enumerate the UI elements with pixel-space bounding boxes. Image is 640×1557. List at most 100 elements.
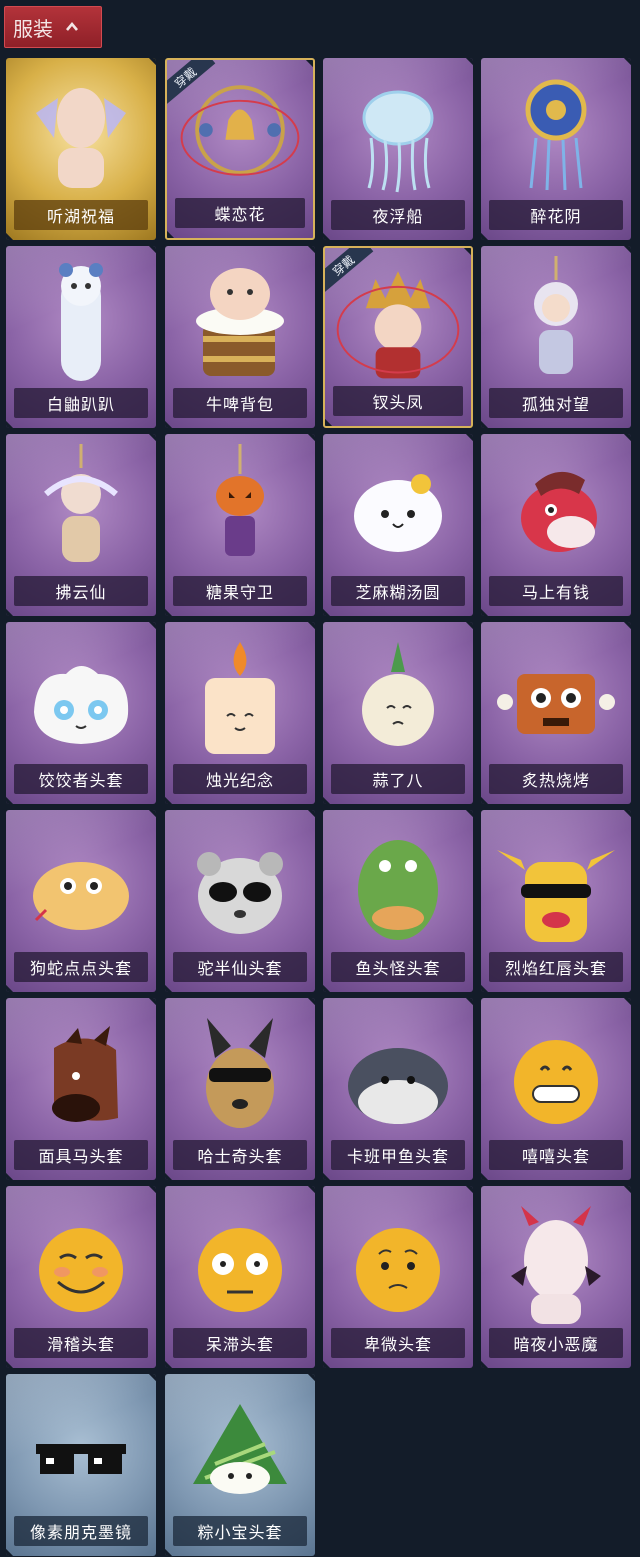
meat-bone-head-icon [497, 674, 615, 734]
card-corner-notch [165, 1360, 173, 1368]
ornate-pendant-icon [525, 79, 587, 191]
card-corner-notch [323, 1360, 331, 1368]
costume-name: 马上有钱 [489, 576, 623, 606]
white-ferret-icon [59, 263, 103, 381]
costume-name: 蒜了八 [331, 764, 465, 794]
rice-ball-icon [354, 474, 442, 552]
costume-name: 芝麻糊汤圆 [331, 576, 465, 606]
costume-name: 嘻嘻头套 [489, 1140, 623, 1170]
costume-name: 醉花阴 [489, 200, 623, 230]
cow-beer-mug-icon [196, 268, 284, 376]
card-corner-notch [323, 796, 331, 804]
costume-card[interactable]: 马上有钱 [481, 434, 631, 616]
costume-name: 滑稽头套 [14, 1328, 148, 1358]
card-corner-notch [323, 608, 331, 616]
card-corner-notch [6, 1360, 14, 1368]
stare-emoji-icon [198, 1228, 282, 1312]
card-corner-notch [323, 984, 331, 992]
costume-name: 拂云仙 [14, 576, 148, 606]
costume-name: 烛光纪念 [173, 764, 307, 794]
costume-name: 炙热烧烤 [489, 764, 623, 794]
costume-card[interactable]: 芝麻糊汤圆 [323, 434, 473, 616]
card-corner-notch [481, 420, 489, 428]
costume-name: 糖果守卫 [173, 576, 307, 606]
angel-figure-icon [36, 88, 126, 188]
card-corner-notch [481, 232, 489, 240]
costume-name: 烈焰红唇头套 [489, 952, 623, 982]
grin-emoji-icon [514, 1040, 598, 1124]
fish-head-icon [358, 840, 438, 940]
costume-card[interactable]: 暗夜小恶魔 [481, 1186, 631, 1368]
costume-name: 孤独对望 [489, 388, 623, 418]
zongzi-head-icon [193, 1404, 287, 1494]
costume-name: 蝶恋花 [175, 198, 305, 228]
costume-card[interactable]: 夜浮船 [323, 58, 473, 240]
costume-card[interactable]: 牛啤背包 [165, 246, 315, 428]
costume-card[interactable]: 糖果守卫 [165, 434, 315, 616]
red-horse-icon [521, 471, 597, 552]
card-corner-notch [481, 984, 489, 992]
card-corner-notch [165, 984, 173, 992]
costume-name: 狗蛇点点头套 [14, 952, 148, 982]
costume-grid: 听湖祝福 穿戴 蝶恋花 夜浮船 醉花阴白鼬趴趴 牛啤背包 穿戴 钗头凤 孤独对望拂云仙 糖果守卫芝… [0, 0, 640, 1557]
costume-name: 钗头凤 [333, 386, 463, 416]
raccoon-sunglasses-icon [197, 852, 283, 934]
card-corner-notch [6, 420, 14, 428]
card-corner-notch [6, 796, 14, 804]
costume-name: 呆滞头套 [173, 1328, 307, 1358]
costume-category-tab[interactable]: 服装 [4, 6, 102, 48]
costume-card[interactable]: 粽小宝头套 [165, 1374, 315, 1556]
costume-name: 夜浮船 [331, 200, 465, 230]
seal-head-icon [348, 1048, 448, 1124]
card-corner-notch [481, 796, 489, 804]
costume-card[interactable]: 炙热烧烤 [481, 622, 631, 804]
costume-name: 驼半仙头套 [173, 952, 307, 982]
category-title: 服装 [13, 16, 53, 41]
snake-head-icon [33, 862, 129, 930]
costume-card[interactable]: 鱼头怪头套 [323, 810, 473, 992]
costume-name: 鱼头怪头套 [331, 952, 465, 982]
costume-card[interactable]: 呆滞头套 [165, 1186, 315, 1368]
husky-mask-icon [206, 1018, 274, 1128]
costume-name: 卡班甲鱼头套 [331, 1140, 465, 1170]
dumpling-head-icon [34, 666, 129, 744]
costume-name: 牛啤背包 [173, 388, 307, 418]
costume-name: 粽小宝头套 [173, 1516, 307, 1546]
costume-card[interactable]: 卡班甲鱼头套 [323, 998, 473, 1180]
costume-card[interactable]: 嘻嘻头套 [481, 998, 631, 1180]
pikachu-mask-icon [497, 850, 615, 942]
costume-card[interactable]: 烈焰红唇头套 [481, 810, 631, 992]
costume-card[interactable]: 滑稽头套 [6, 1186, 156, 1368]
costume-card[interactable]: 听湖祝福 [6, 58, 156, 240]
costume-name: 听湖祝福 [14, 200, 148, 230]
doll-charm-icon [534, 256, 578, 374]
costume-card[interactable]: 穿戴 钗头凤 [323, 246, 473, 428]
costume-card[interactable]: 醉花阴 [481, 58, 631, 240]
card-corner-notch [165, 1548, 173, 1556]
card-corner-notch [165, 420, 173, 428]
card-corner-notch [6, 1548, 14, 1556]
costume-card[interactable]: 孤独对望 [481, 246, 631, 428]
devil-head-icon [511, 1206, 601, 1324]
costume-card[interactable]: 穿戴 蝶恋花 [165, 58, 315, 240]
costume-name: 像素朋克墨镜 [14, 1516, 148, 1546]
card-corner-notch [165, 1172, 173, 1180]
costume-card[interactable]: 白鼬趴趴 [6, 246, 156, 428]
costume-card[interactable]: 烛光纪念 [165, 622, 315, 804]
card-corner-notch [481, 1172, 489, 1180]
costume-card[interactable]: 蒜了八 [323, 622, 473, 804]
smirk-emoji-icon [39, 1228, 123, 1312]
costume-card[interactable]: 面具马头套 [6, 998, 156, 1180]
card-corner-notch [325, 418, 333, 426]
costume-name: 卑微头套 [331, 1328, 465, 1358]
costume-card[interactable]: 卑微头套 [323, 1186, 473, 1368]
costume-card[interactable]: 饺饺者头套 [6, 622, 156, 804]
costume-card[interactable]: 拂云仙 [6, 434, 156, 616]
card-corner-notch [6, 608, 14, 616]
costume-card[interactable]: 像素朋克墨镜 [6, 1374, 156, 1556]
costume-card[interactable]: 哈士奇头套 [165, 998, 315, 1180]
costume-name: 面具马头套 [14, 1140, 148, 1170]
costume-name: 饺饺者头套 [14, 764, 148, 794]
costume-card[interactable]: 驼半仙头套 [165, 810, 315, 992]
costume-card[interactable]: 狗蛇点点头套 [6, 810, 156, 992]
